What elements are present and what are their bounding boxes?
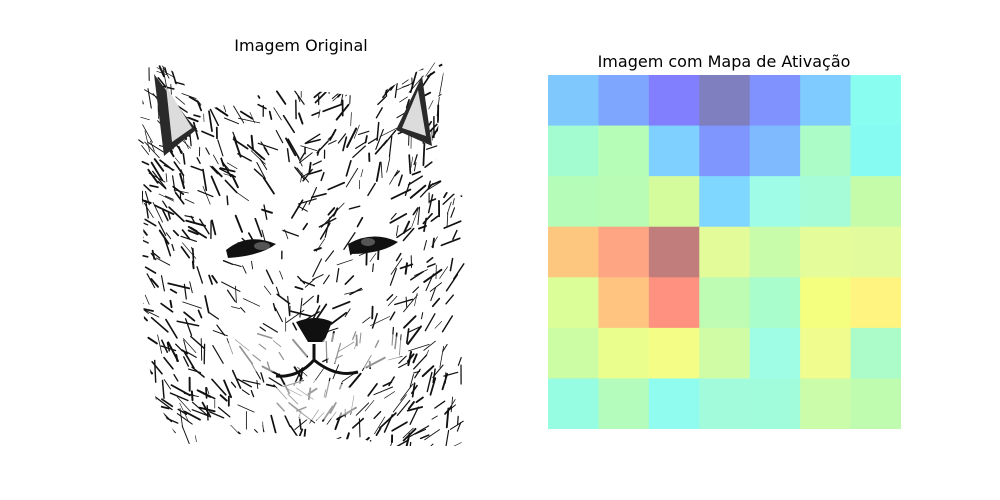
figure: Imagem Original Imagem com Mapa de Ativa…: [0, 0, 1000, 500]
heatmap-cell: [548, 327, 600, 380]
cat-sketch-image: [136, 60, 466, 446]
heatmap-cell: [548, 176, 600, 228]
heatmap-cell: [850, 125, 902, 177]
heatmap-cell: [850, 277, 902, 329]
heatmap-cell: [800, 226, 852, 278]
heatmap-cell: [699, 226, 751, 278]
heatmap-cell: [850, 75, 902, 127]
heatmap-cell: [598, 327, 650, 380]
heatmap-cell: [800, 176, 852, 228]
heatmap-cell: [699, 327, 751, 380]
heatmap-cell: [648, 378, 700, 430]
heatmap-cell: [850, 176, 902, 228]
heatmap-cell: [749, 327, 801, 380]
heatmap-cell: [749, 176, 801, 228]
heatmap-cell: [800, 277, 852, 329]
heatmap-cell: [648, 327, 700, 380]
heatmap-cell: [749, 125, 801, 177]
heatmap-cell: [598, 277, 650, 329]
heatmap-cell: [548, 75, 600, 127]
heatmap-cell: [548, 125, 600, 177]
heatmap-cell: [648, 75, 700, 127]
heatmap-cell: [648, 125, 700, 177]
heatmap-cell: [800, 327, 852, 380]
heatmap-cell: [699, 75, 751, 127]
heatmap-cell: [648, 226, 700, 278]
original-image-title: Imagem Original: [234, 36, 368, 55]
heatmap-cell: [598, 226, 650, 278]
heatmap-cell: [800, 378, 852, 430]
heatmap-cell: [548, 378, 600, 430]
heatmap-cell: [850, 226, 902, 278]
original-image: [136, 60, 466, 446]
heatmap-cell: [699, 176, 751, 228]
heatmap-cell: [648, 176, 700, 228]
heatmap-cell: [850, 378, 902, 430]
heatmap-cell: [749, 277, 801, 329]
heatmap-cell: [850, 327, 902, 380]
heatmap-cell: [548, 226, 600, 278]
heatmap-cell: [749, 75, 801, 127]
heatmap-cell: [749, 226, 801, 278]
heatmap-grid: [548, 75, 902, 430]
heatmap-cell: [800, 125, 852, 177]
heatmap-cell: [749, 378, 801, 430]
heatmap-title: Imagem com Mapa de Ativação: [597, 52, 851, 71]
heatmap-cell: [548, 277, 600, 329]
heatmap-cell: [648, 277, 700, 329]
heatmap-cell: [598, 378, 650, 430]
heatmap-cell: [598, 176, 650, 228]
heatmap-cell: [699, 125, 751, 177]
activation-heatmap: [548, 75, 902, 430]
heatmap-cell: [699, 378, 751, 430]
heatmap-cell: [800, 75, 852, 127]
heatmap-cell: [699, 277, 751, 329]
heatmap-cell: [598, 125, 650, 177]
heatmap-cell: [598, 75, 650, 127]
